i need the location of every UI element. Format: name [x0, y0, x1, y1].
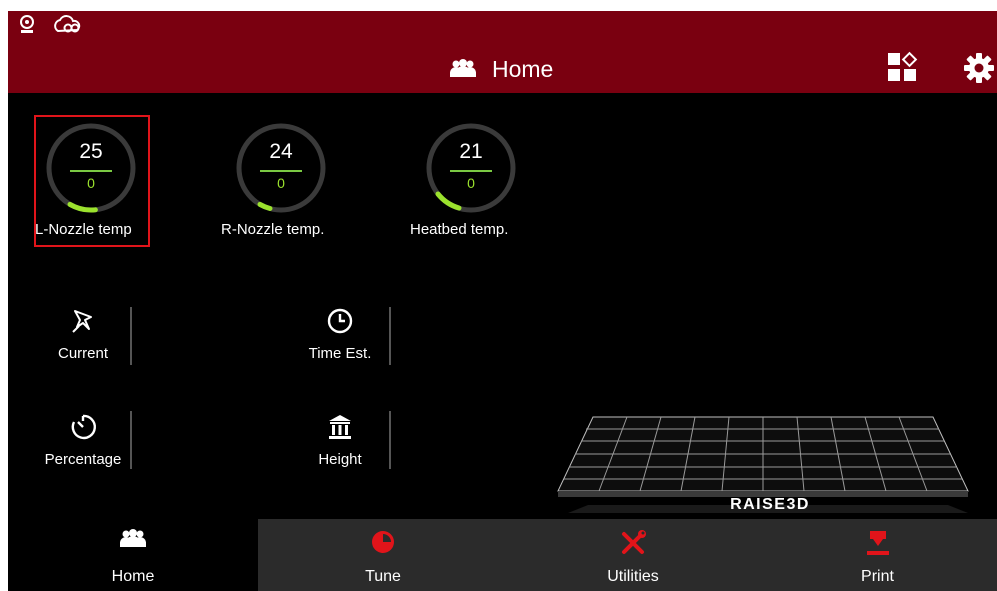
- users-icon: [450, 59, 476, 77]
- nav-utilities[interactable]: Utilities: [508, 519, 758, 591]
- gauge-divider: [260, 170, 302, 172]
- nav-home-label: Home: [111, 568, 155, 585]
- clock-icon: [327, 308, 353, 334]
- stat-current-label: Current: [57, 345, 109, 362]
- l-nozzle-gauge[interactable]: 25 0: [43, 120, 139, 216]
- l-nozzle-current: 25: [79, 140, 103, 163]
- stat-current: Current: [28, 307, 138, 371]
- l-nozzle-target: 0: [87, 175, 95, 191]
- apps-grid-icon[interactable]: [886, 51, 920, 85]
- gauge-divider: [70, 170, 112, 172]
- stat-height: Height: [285, 413, 395, 477]
- stat-divider: [130, 307, 132, 365]
- nav-home[interactable]: Home: [8, 519, 258, 591]
- raise3d-logo: RAISE3D: [730, 496, 810, 513]
- page-title: Home: [448, 53, 553, 85]
- printer-screen: Home 25 0 L-Nozzle temp 24 0 R-Nozzle te…: [8, 11, 997, 591]
- stat-time-est: Time Est.: [285, 307, 395, 371]
- pin-icon: [72, 310, 92, 333]
- print-nozzle-icon: [866, 531, 889, 555]
- heatbed-current: 21: [459, 140, 483, 163]
- stat-percentage: Percentage: [28, 413, 138, 477]
- stat-divider: [130, 411, 132, 469]
- r-nozzle-label: R-Nozzle temp.: [221, 221, 325, 238]
- heatbed-label: Heatbed temp.: [410, 221, 509, 238]
- top-bar: Home: [8, 11, 997, 93]
- r-nozzle-current: 24: [269, 140, 293, 163]
- tools-icon: [622, 530, 646, 554]
- stat-percentage-label: Percentage: [44, 451, 122, 468]
- page-title-text: Home: [492, 55, 554, 82]
- build-plate-illustration: RAISE3D: [557, 416, 969, 513]
- users-icon: [120, 529, 146, 547]
- stat-divider: [389, 411, 391, 469]
- webcam-icon: [20, 15, 34, 33]
- stat-height-label: Height: [318, 451, 362, 468]
- stat-divider: [389, 307, 391, 365]
- timer-icon: [71, 414, 96, 440]
- nav-tune-label: Tune: [365, 568, 401, 585]
- r-nozzle-gauge[interactable]: 24 0: [233, 120, 329, 216]
- pillars-icon: [329, 415, 351, 439]
- gear-icon[interactable]: [962, 51, 996, 85]
- pie-icon: [372, 531, 394, 553]
- heatbed-target: 0: [467, 175, 475, 191]
- nav-utilities-label: Utilities: [607, 568, 659, 585]
- bottom-nav: Home Tune Utilities Print: [8, 519, 997, 591]
- nav-print-label: Print: [861, 568, 894, 585]
- l-nozzle-label: L-Nozzle temp: [35, 221, 132, 238]
- cloud-link-icon: [54, 15, 81, 33]
- nav-tune[interactable]: Tune: [258, 519, 508, 591]
- nav-print[interactable]: Print: [758, 519, 997, 591]
- heatbed-gauge[interactable]: 21 0: [423, 120, 519, 216]
- r-nozzle-target: 0: [277, 175, 285, 191]
- gauge-divider: [450, 170, 492, 172]
- stat-time-est-label: Time Est.: [308, 345, 372, 362]
